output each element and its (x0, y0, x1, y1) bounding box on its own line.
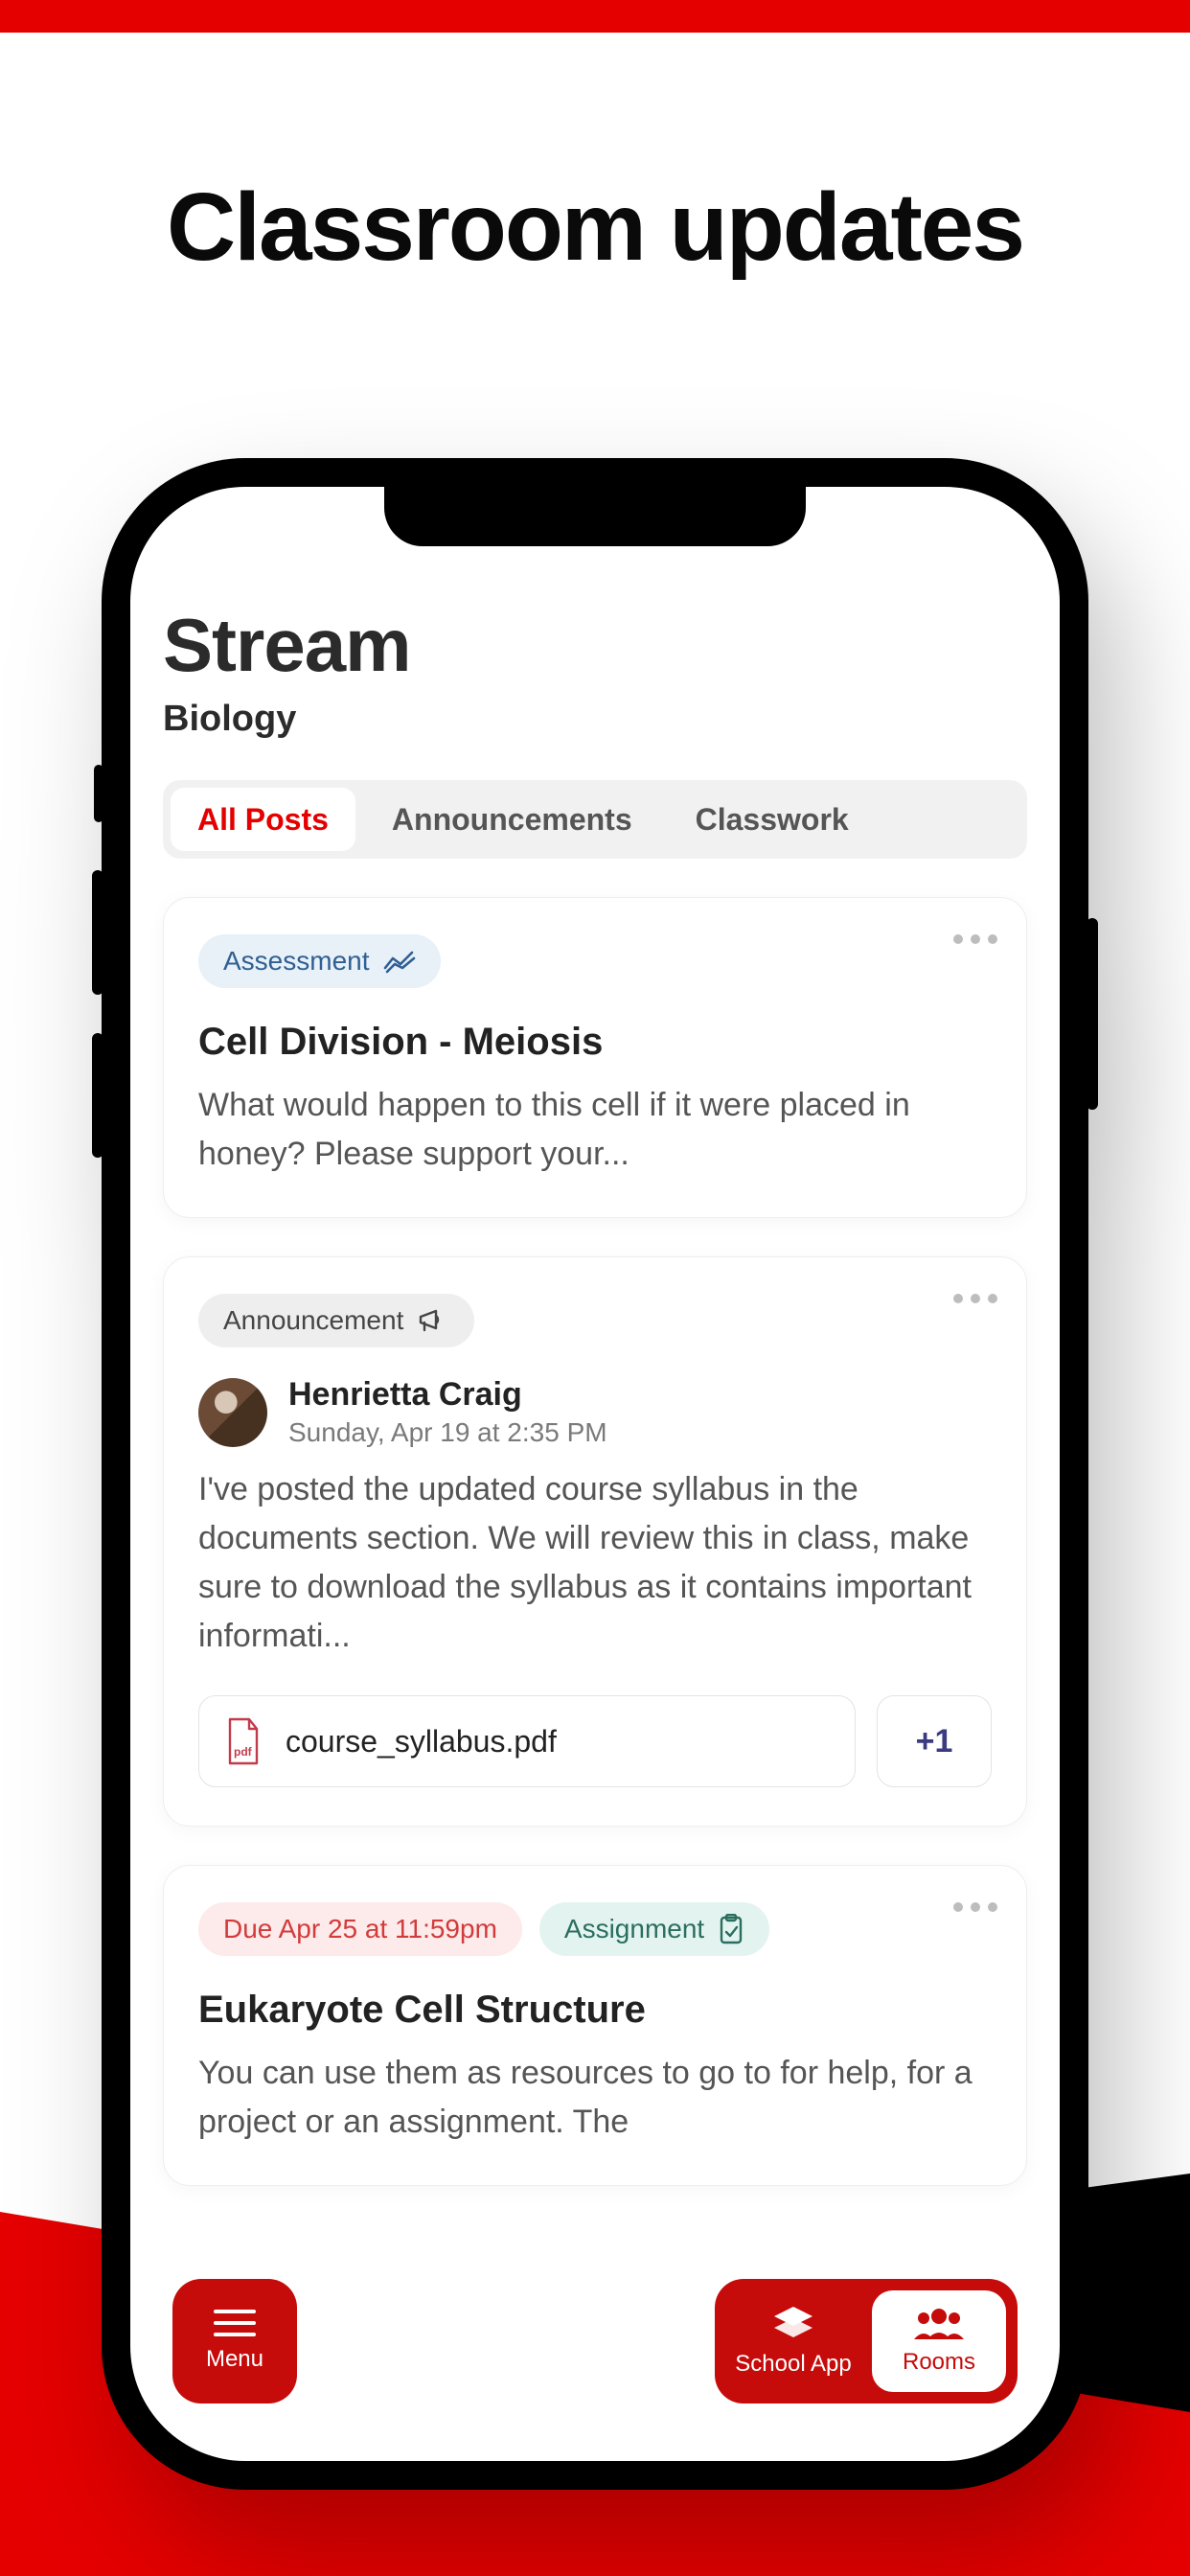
people-icon (912, 2307, 966, 2341)
pdf-file-icon: pdf (224, 1717, 263, 1765)
phone-screen: Stream Biology All Posts Announcements C… (130, 487, 1060, 2461)
card-menu-button[interactable] (953, 1902, 997, 1912)
card-body: What would happen to this cell if it wer… (198, 1081, 992, 1179)
avatar (198, 1378, 267, 1447)
tab-announcements[interactable]: Announcements (365, 788, 659, 851)
marketing-headline: Classroom updates (0, 172, 1190, 283)
card-assessment[interactable]: Assessment Cell Division - Meiosis What … (163, 897, 1027, 1218)
stack-icon (770, 2305, 816, 2343)
clipboard-check-icon (718, 1914, 744, 1944)
app-switcher: School App Rooms (715, 2279, 1018, 2404)
card-announcement[interactable]: Announcement Henrietta Craig Sunday, Apr… (163, 1256, 1027, 1827)
svg-text:pdf: pdf (234, 1745, 253, 1759)
stream-tabs: All Posts Announcements Classwork (163, 780, 1027, 859)
attachment-item[interactable]: pdf course_syllabus.pdf (198, 1695, 856, 1787)
post-timestamp: Sunday, Apr 19 at 2:35 PM (288, 1417, 607, 1448)
chip-label: Assignment (564, 1914, 704, 1944)
chip-assignment: Assignment (539, 1902, 769, 1956)
chip-label: Announcement (223, 1305, 403, 1336)
chip-label: Assessment (223, 946, 370, 977)
switcher-label: School App (735, 2351, 851, 2378)
card-title: Eukaryote Cell Structure (198, 1989, 992, 2032)
subject-name: Biology (163, 699, 1027, 740)
switcher-label: Rooms (903, 2349, 975, 2376)
chip-due-date: Due Apr 25 at 11:59pm (198, 1902, 522, 1956)
switcher-school-app[interactable]: School App (726, 2290, 860, 2392)
marketing-top-bar (0, 0, 1190, 33)
menu-label: Menu (206, 2346, 263, 2373)
megaphone-icon (417, 1307, 449, 1334)
attachment-filename: course_syllabus.pdf (286, 1724, 557, 1760)
card-assignment[interactable]: Due Apr 25 at 11:59pm Assignment Eukaryo… (163, 1865, 1027, 2186)
page-title: Stream (163, 602, 1027, 689)
tab-classwork[interactable]: Classwork (669, 788, 876, 851)
menu-button[interactable]: Menu (172, 2279, 297, 2404)
card-menu-button[interactable] (953, 934, 997, 944)
switcher-rooms[interactable]: Rooms (872, 2290, 1006, 2392)
card-menu-button[interactable] (953, 1294, 997, 1303)
chart-line-icon (383, 949, 416, 974)
card-body: You can use them as resources to go to f… (198, 2049, 992, 2147)
due-label: Due Apr 25 at 11:59pm (223, 1914, 497, 1944)
attachment-more-button[interactable]: +1 (877, 1695, 992, 1787)
phone-notch (384, 487, 806, 546)
card-title: Cell Division - Meiosis (198, 1021, 992, 1064)
hamburger-icon (214, 2310, 256, 2336)
author-name: Henrietta Craig (288, 1376, 607, 1414)
chip-assessment: Assessment (198, 934, 441, 988)
phone-mockup: Stream Biology All Posts Announcements C… (102, 458, 1088, 2490)
card-body: I've posted the updated course syllabus … (198, 1465, 992, 1661)
tab-all-posts[interactable]: All Posts (171, 788, 355, 851)
chip-announcement: Announcement (198, 1294, 474, 1347)
